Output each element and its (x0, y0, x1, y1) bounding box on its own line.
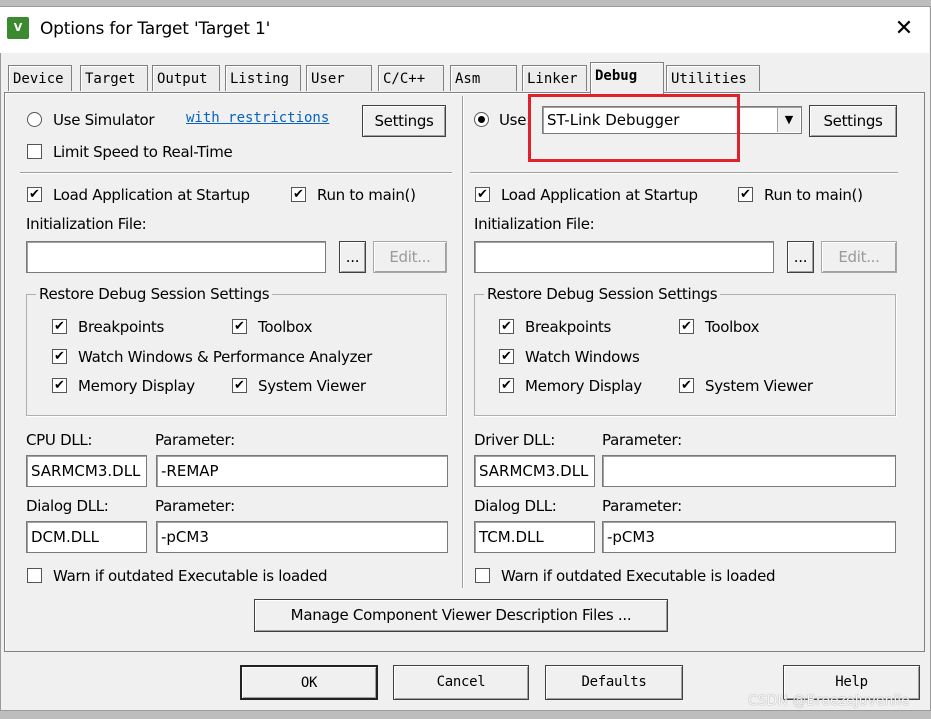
column-divider (462, 96, 464, 588)
use-simulator-label: Use Simulator (53, 111, 155, 129)
right-restore-settings-title: Restore Debug Session Settings (484, 285, 721, 303)
right-memory-display-checkbox[interactable]: ✔ (499, 378, 514, 393)
use-debugger-label: Use: (499, 111, 531, 129)
memory-display-label: Memory Display (78, 377, 195, 395)
simulator-settings-button[interactable]: Settings (362, 105, 446, 137)
right-system-viewer-checkbox[interactable]: ✔ (679, 378, 694, 393)
tab-asm[interactable]: Asm (450, 65, 517, 91)
tab-linker[interactable]: Linker (522, 65, 587, 91)
right-memory-display-label: Memory Display (525, 377, 642, 395)
right-breakpoints-checkbox[interactable]: ✔ (499, 319, 514, 334)
right-breakpoints-label: Breakpoints (525, 318, 612, 336)
dialog-dll-input[interactable]: DCM.DLL (26, 521, 147, 553)
right-toolbox-checkbox[interactable]: ✔ (679, 319, 694, 334)
right-toolbox-label: Toolbox (705, 318, 760, 336)
driver-dll-label: Driver DLL: (474, 431, 555, 449)
right-init-file-label: Initialization File: (474, 215, 595, 233)
init-file-edit-button: Edit... (373, 241, 447, 273)
tab-user[interactable]: User (306, 65, 372, 91)
driver-dll-input[interactable]: SARMCM3.DLL (474, 455, 595, 487)
load-app-checkbox[interactable]: ✔ (27, 187, 42, 202)
tab-debug[interactable]: Debug (590, 62, 664, 94)
right-init-file-input[interactable] (474, 241, 774, 273)
run-to-main-label: Run to main() (317, 186, 416, 204)
dialog-dll-param-label: Parameter: (155, 497, 235, 515)
tab-target[interactable]: Target (80, 65, 148, 91)
run-to-main-checkbox[interactable]: ✔ (291, 187, 306, 202)
right-dialog-dll-param-input[interactable]: -pCM3 (602, 521, 896, 553)
init-file-browse-button[interactable]: ... (339, 241, 366, 273)
chevron-down-icon[interactable]: ▼ (777, 108, 800, 132)
right-load-app-label: Load Application at Startup (501, 186, 698, 204)
right-warn-outdated-label: Warn if outdated Executable is loaded (501, 567, 776, 585)
right-watch-windows-label: Watch Windows (525, 348, 640, 366)
tab-output[interactable]: Output (152, 65, 220, 91)
keil-app-icon: V (7, 17, 29, 39)
restore-settings-title: Restore Debug Session Settings (36, 285, 273, 303)
tab-cpp[interactable]: C/C++ (378, 65, 444, 91)
right-init-file-browse-button[interactable]: ... (787, 241, 814, 273)
right-load-app-checkbox[interactable]: ✔ (475, 187, 490, 202)
highlight-box (528, 94, 740, 162)
cpu-dll-param-input[interactable]: -REMAP (156, 455, 448, 487)
system-viewer-label: System Viewer (258, 377, 366, 395)
breakpoints-label: Breakpoints (78, 318, 165, 336)
use-simulator-radio[interactable] (27, 112, 42, 127)
init-file-label: Initialization File: (26, 215, 147, 233)
tab-device[interactable]: Device (8, 65, 72, 91)
load-app-label: Load Application at Startup (53, 186, 250, 204)
right-dialog-dll-label: Dialog DLL: (474, 497, 557, 515)
limit-speed-checkbox[interactable] (27, 144, 42, 159)
right-dialog-dll-input[interactable]: TCM.DLL (474, 521, 595, 553)
watermark: CSDN @BreezeJuvenile (748, 693, 910, 709)
dialog-dll-label: Dialog DLL: (26, 497, 109, 515)
memory-display-checkbox[interactable]: ✔ (52, 378, 67, 393)
use-debugger-radio[interactable] (474, 112, 489, 127)
right-watch-windows-checkbox[interactable]: ✔ (499, 349, 514, 364)
close-icon[interactable]: ✕ (884, 12, 924, 46)
warn-outdated-label: Warn if outdated Executable is loaded (53, 567, 328, 585)
cancel-button[interactable]: Cancel (393, 665, 529, 700)
breakpoints-checkbox[interactable]: ✔ (52, 319, 67, 334)
cpu-dll-param-label: Parameter: (155, 431, 235, 449)
right-init-file-edit-button: Edit... (821, 241, 897, 273)
with-restrictions-link[interactable]: with restrictions (186, 110, 329, 126)
watch-windows-checkbox[interactable]: ✔ (52, 349, 67, 364)
limit-speed-label: Limit Speed to Real-Time (53, 143, 233, 161)
tab-listing[interactable]: Listing (225, 65, 301, 91)
toolbox-checkbox[interactable]: ✔ (232, 319, 247, 334)
tab-utilities[interactable]: Utilities (666, 65, 760, 91)
driver-dll-param-label: Parameter: (602, 431, 682, 449)
cpu-dll-input[interactable]: SARMCM3.DLL (26, 455, 147, 487)
cpu-dll-label: CPU DLL: (26, 431, 93, 449)
right-dialog-dll-param-label: Parameter: (602, 497, 682, 515)
driver-dll-param-input[interactable] (602, 455, 896, 487)
ok-button[interactable]: OK (240, 665, 378, 700)
right-divider (470, 172, 898, 174)
window-title: Options for Target 'Target 1' (40, 19, 271, 39)
right-run-to-main-checkbox[interactable]: ✔ (738, 187, 753, 202)
defaults-button[interactable]: Defaults (545, 665, 683, 700)
debugger-settings-button[interactable]: Settings (809, 105, 897, 137)
warn-outdated-checkbox[interactable] (27, 568, 42, 583)
toolbox-label: Toolbox (258, 318, 313, 336)
system-viewer-checkbox[interactable]: ✔ (232, 378, 247, 393)
right-warn-outdated-checkbox[interactable] (475, 568, 490, 583)
manage-component-viewer-button[interactable]: Manage Component Viewer Description File… (254, 599, 668, 632)
right-run-to-main-label: Run to main() (764, 186, 863, 204)
watch-windows-label: Watch Windows & Performance Analyzer (78, 348, 372, 366)
right-system-viewer-label: System Viewer (705, 377, 813, 395)
dialog-dll-param-input[interactable]: -pCM3 (156, 521, 448, 553)
left-divider (20, 172, 452, 174)
init-file-input[interactable] (26, 241, 326, 273)
